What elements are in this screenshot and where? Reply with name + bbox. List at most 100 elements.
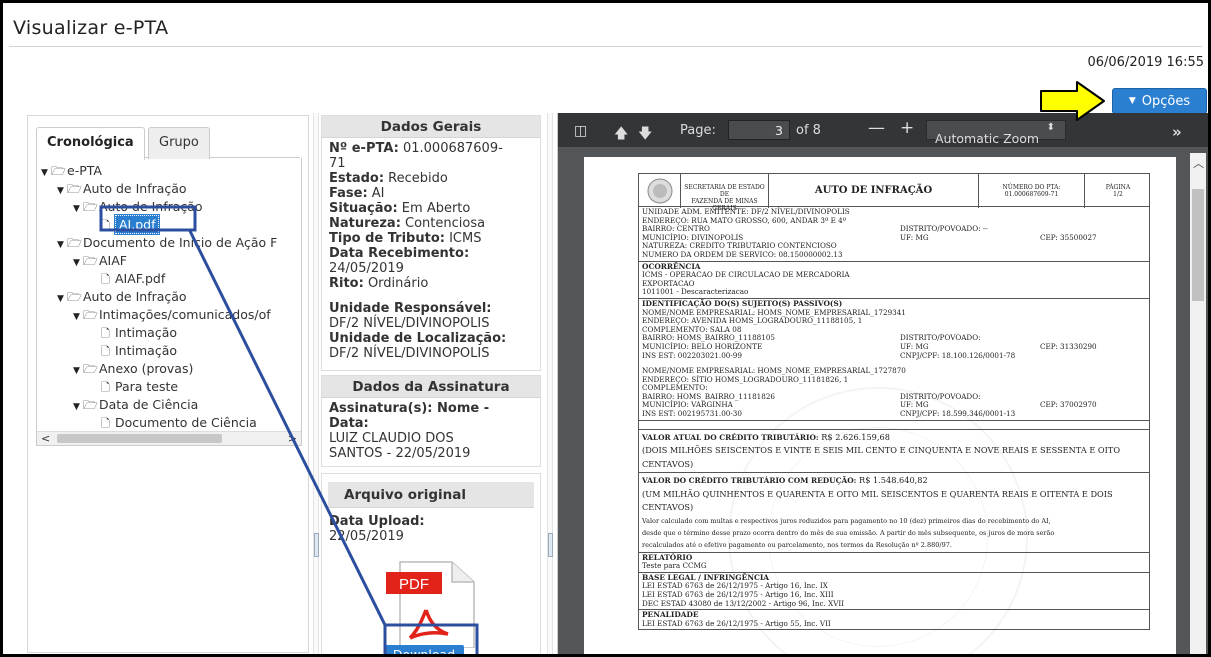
folder-open-icon: 🗁 xyxy=(83,254,98,268)
doc-line: Valor calculado com multas e respectivos… xyxy=(642,516,1051,525)
tree-node[interactable]: ▼ 🗁Auto de Infração xyxy=(73,198,203,216)
pdf-toolbar: ◫ 🡅 🡇 Page: 3 of 8 — + Automatic Zoom ⬍ » xyxy=(558,113,1208,147)
datetime-label: 06/06/2019 16:55 xyxy=(1087,55,1204,70)
doc-line: CENTAVOS) xyxy=(642,458,694,469)
assinatura-card: Dados da Assinatura Assinatura(s): Nome … xyxy=(321,375,541,467)
doc-section-relatorio: RELATÓRIO Teste para CCMG xyxy=(638,552,1150,573)
field-value: Contenciosa xyxy=(400,216,486,231)
file-icon: 🗋 xyxy=(101,327,110,340)
tree-node[interactable]: ▼ 🗁AIAF xyxy=(73,252,127,270)
doc-line: R$ 1.548.640,82 xyxy=(856,475,928,486)
caret-down-icon[interactable]: ▼ xyxy=(73,308,83,326)
pdf-page: SECRETARIA DE ESTADO DE FAZENDA DE MINAS… xyxy=(584,157,1176,654)
zoom-in-icon[interactable]: + xyxy=(900,118,914,138)
panel-splitter[interactable] xyxy=(547,113,553,654)
caret-down-icon[interactable]: ▼ xyxy=(73,254,83,272)
tab-cronologica[interactable]: Cronológica xyxy=(36,127,145,160)
tree-node[interactable]: ▼ 🗁Auto de Infração xyxy=(57,288,187,306)
caret-down-icon[interactable]: ▼ xyxy=(41,164,51,182)
field-value: LUIZ CLAUDIO DOS xyxy=(329,431,454,446)
tree-node[interactable]: ▼ 🗁Intimações/comunicados/of xyxy=(73,306,271,324)
doc-section-base-legal: BASE LEGAL / INFRINGÊNCIA LEI ESTAD 6763… xyxy=(638,572,1150,611)
caret-down-icon[interactable]: ▼ xyxy=(73,200,83,218)
tree-node[interactable]: ▼ 🗁Documento de Início de Ação F xyxy=(57,234,277,252)
scrollbar-thumb[interactable] xyxy=(57,434,222,443)
doc-section-unidade: UNIDADE ADM. EMITENTE: DF/2 NÍVEL/DIVINO… xyxy=(638,207,1150,262)
document-tree: ▼ 🗁e-PTA ▼ 🗁Auto de Infração ▼ 🗁Auto de Inf… xyxy=(36,158,302,446)
download-button[interactable]: Download xyxy=(384,645,464,654)
tree-node[interactable]: 🗋 AIAF.pdf xyxy=(101,270,165,288)
tree-node[interactable]: 🗋 Intimação xyxy=(101,324,177,342)
scrollbar-thumb[interactable] xyxy=(1192,189,1204,301)
folder-open-icon: 🗁 xyxy=(67,290,82,304)
arrow-down-icon[interactable]: 🡇 xyxy=(638,123,652,147)
sidebar-icon[interactable]: ◫ xyxy=(574,123,587,139)
pdf-viewer: ◫ 🡅 🡇 Page: 3 of 8 — + Automatic Zoom ⬍ »… xyxy=(557,113,1208,654)
tree-node[interactable]: ▼ 🗁e-PTA xyxy=(41,162,102,180)
chevron-up-icon[interactable]: ︿ xyxy=(1193,155,1204,171)
tree-horizontal-scrollbar[interactable]: < > xyxy=(37,431,301,445)
field-value: Ordinário xyxy=(363,276,429,291)
splitter-handle[interactable] xyxy=(548,533,553,557)
field-label: Natureza: xyxy=(329,216,401,231)
folder-open-icon: 🗁 xyxy=(83,398,98,412)
folder-open-icon: 🗁 xyxy=(83,308,98,322)
title-divider xyxy=(9,46,1202,47)
select-arrows-icon: ⬍ xyxy=(1046,122,1055,133)
field-value: 24/05/2019 xyxy=(329,261,404,276)
tools-icon[interactable]: » xyxy=(1172,123,1182,141)
doc-line: CEP: 35500027 xyxy=(1040,232,1097,242)
card-title: Arquivo original xyxy=(328,482,534,508)
field-label: Data Upload: xyxy=(329,514,425,529)
file-icon: 🗋 xyxy=(101,273,110,286)
dados-gerais-card: Dados Gerais Nº e-PTA: 01.000687609- 71 … xyxy=(321,115,541,371)
zoom-select[interactable]: Automatic Zoom ⬍ xyxy=(926,120,1066,146)
doc-line: NUMERO DA ORDEM DE SERVICO: 08.150000002… xyxy=(642,249,843,259)
doc-line: recalculados até o efetivo pagamento ou … xyxy=(642,540,952,549)
chevron-right-icon[interactable]: > xyxy=(288,432,297,445)
page-number-input[interactable]: 3 xyxy=(728,120,790,140)
tab-bar: Cronológica Grupo xyxy=(36,124,300,160)
field-value: 01.000687609- xyxy=(398,141,503,156)
field-label: Fase: xyxy=(329,186,368,201)
pdf-file-icon[interactable]: PDF xyxy=(378,560,478,648)
folder-open-icon: 🗁 xyxy=(83,362,98,376)
chevron-left-icon[interactable]: < xyxy=(41,432,50,445)
doc-line: (DOIS MILHÕES SEISCENTOS E VINTE E SEIS … xyxy=(642,445,1121,456)
doc-line: Teste para CCMG xyxy=(642,561,707,571)
page-label: Page: xyxy=(680,123,716,138)
caret-down-icon[interactable]: ▼ xyxy=(57,236,67,254)
doc-section-title: PENALIDADE xyxy=(642,610,699,620)
field-label: Tipo de Tributo: xyxy=(329,231,445,246)
tree-node-selected[interactable]: 🗋 AI.pdf xyxy=(101,214,161,235)
field-value: Em Aberto xyxy=(397,201,471,216)
doc-line: R$ 2.626.159,68 xyxy=(818,431,890,442)
coat-of-arms-logo xyxy=(639,174,681,208)
caret-down-icon[interactable]: ▼ xyxy=(57,290,67,308)
tree-node[interactable]: ▼ 🗁Anexo (provas) xyxy=(73,360,193,378)
doc-section-valor-atual: VALOR ATUAL DO CRÉDITO TRIBUTÁRIO: R$ 2.… xyxy=(638,428,1150,474)
doc-line: LEI ESTAD 6763 de 26/12/1975 - Artigo 55… xyxy=(642,618,831,628)
tree-panel: Cronológica Grupo ▼ 🗁e-PTA ▼ 🗁Auto de Infr… xyxy=(27,115,309,653)
tree-node[interactable]: ▼ 🗁Data de Ciência xyxy=(73,396,198,414)
field-value: 71 xyxy=(329,156,346,171)
panel-splitter[interactable] xyxy=(313,113,319,654)
tree-node[interactable]: 🗋 Intimação xyxy=(101,342,177,360)
options-button[interactable]: ▼ Opções xyxy=(1112,88,1207,114)
splitter-handle[interactable] xyxy=(314,533,319,557)
caret-down-icon[interactable]: ▼ xyxy=(57,182,67,200)
caret-down-icon[interactable]: ▼ xyxy=(73,398,83,416)
doc-line: MUNICÍPIO: DIVINOPOLIS xyxy=(642,232,744,242)
doc-pagina: 1/2 xyxy=(1113,191,1123,198)
caret-down-icon[interactable]: ▼ xyxy=(73,362,83,380)
tree-node[interactable]: ▼ 🗁Auto de Infração xyxy=(57,180,187,198)
caret-down-icon: ▼ xyxy=(1128,96,1136,106)
tree-node[interactable]: 🗋 Para teste xyxy=(101,378,178,396)
zoom-out-icon[interactable]: — xyxy=(868,118,885,138)
field-value: AI xyxy=(367,186,385,201)
tree-node[interactable]: 🗋 Documento de Ciência xyxy=(101,414,257,432)
arrow-up-icon[interactable]: 🡅 xyxy=(614,123,628,147)
tab-grupo[interactable]: Grupo xyxy=(148,127,210,159)
pdf-vertical-scrollbar[interactable]: ︿ xyxy=(1190,153,1206,654)
field-label: Situação: xyxy=(329,201,398,216)
